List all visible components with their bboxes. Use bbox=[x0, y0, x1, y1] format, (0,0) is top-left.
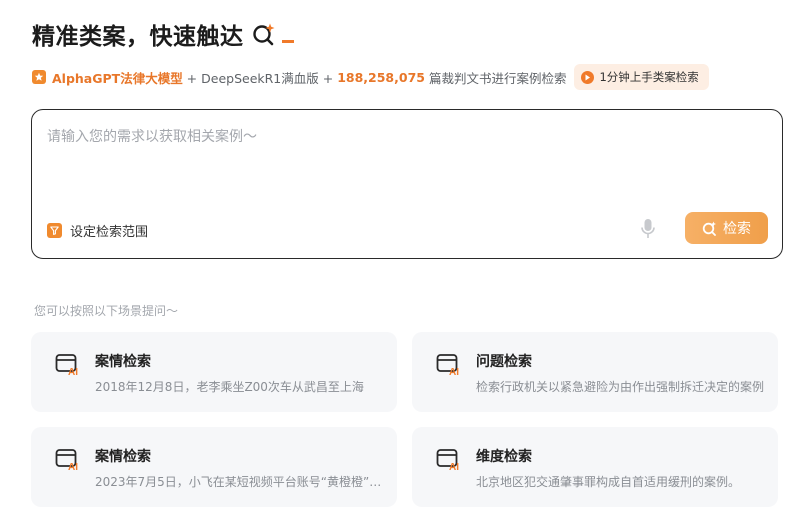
card-title: 问题检索 bbox=[476, 354, 532, 370]
browser-ai-icon: AI bbox=[55, 449, 78, 471]
search-button-label: 检索 bbox=[723, 220, 751, 236]
scope-label: 设定检索范围 bbox=[70, 224, 149, 240]
svg-text:AI: AI bbox=[449, 462, 459, 471]
page-title: 精准类案，快速触达 bbox=[32, 24, 244, 50]
tutorial-button[interactable]: 1分钟上手类案检索 bbox=[574, 64, 709, 90]
scenario-card[interactable]: AI 案情检索 2018年12月8日，老李乘坐Z00次车从武昌至上海 bbox=[31, 332, 397, 412]
microphone-icon[interactable] bbox=[640, 218, 656, 240]
card-title: 案情检索 bbox=[95, 354, 151, 370]
tutorial-label: 1分钟上手类案检索 bbox=[599, 70, 699, 84]
card-title: 维度检索 bbox=[476, 449, 532, 465]
scenario-card[interactable]: AI 案情检索 2023年7月5日，小飞在某短视频平台账号“黄橙橙”发布视频 bbox=[31, 427, 397, 507]
search-icon bbox=[702, 221, 716, 236]
card-description: 2023年7月5日，小飞在某短视频平台账号“黄橙橙”发布视频 bbox=[95, 475, 385, 489]
browser-ai-icon: AI bbox=[55, 354, 78, 376]
brand-name: AlphaGPT法律大模型 bbox=[52, 70, 183, 86]
browser-ai-icon: AI bbox=[436, 354, 459, 376]
star-badge-icon bbox=[32, 70, 46, 84]
card-description: 2018年12月8日，老李乘坐Z00次车从武昌至上海 bbox=[95, 380, 364, 394]
scope-button[interactable]: 设定检索范围 bbox=[47, 220, 148, 240]
scenario-card[interactable]: AI 维度检索 北京地区犯交通肇事罪构成自首适用缓刑的案例。 bbox=[412, 427, 778, 507]
filter-icon bbox=[47, 222, 62, 238]
scenario-card[interactable]: AI 问题检索 检索行政机关以紧急避险为由作出强制拆迁决定的案例 bbox=[412, 332, 778, 412]
search-sparkle-icon bbox=[252, 23, 274, 46]
svg-text:AI: AI bbox=[68, 462, 78, 471]
search-box: 设定检索范围 检索 bbox=[31, 109, 783, 259]
subtitle: AlphaGPT法律大模型 + DeepSeekR1满血版 + 188,258,… bbox=[32, 64, 709, 90]
subtitle-text-1: + DeepSeekR1满血版 + bbox=[182, 70, 338, 86]
card-description: 北京地区犯交通肇事罪构成自首适用缓刑的案例。 bbox=[476, 475, 741, 489]
scenario-hint: 您可以按照以下场景提问～ bbox=[34, 304, 179, 318]
search-button[interactable]: 检索 bbox=[685, 212, 768, 244]
subtitle-text-2: 篇裁判文书进行案例检索 bbox=[424, 70, 567, 86]
card-title: 案情检索 bbox=[95, 449, 151, 465]
search-input[interactable] bbox=[47, 126, 767, 196]
play-icon bbox=[581, 70, 595, 84]
typing-cursor bbox=[281, 39, 294, 43]
browser-ai-icon: AI bbox=[436, 449, 459, 471]
svg-text:AI: AI bbox=[68, 367, 78, 376]
header: 精准类案，快速触达 bbox=[32, 16, 294, 52]
card-description: 检索行政机关以紧急避险为由作出强制拆迁决定的案例 bbox=[476, 380, 765, 394]
svg-text:AI: AI bbox=[449, 367, 459, 376]
document-count: 188,258,075 bbox=[337, 69, 425, 85]
